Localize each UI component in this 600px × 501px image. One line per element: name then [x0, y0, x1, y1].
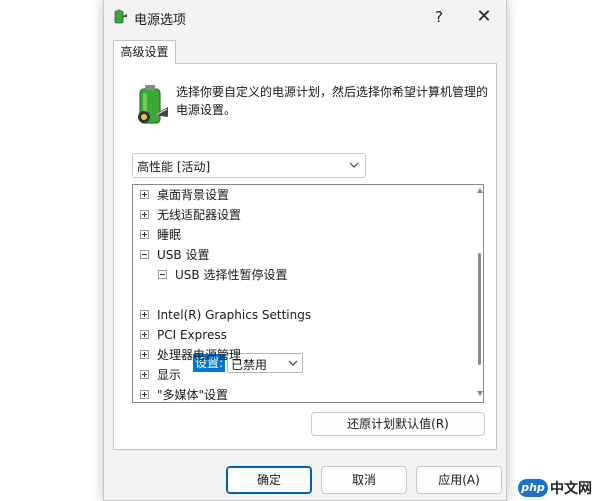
- tree-item-label: USB 选择性暂停设置: [175, 268, 288, 282]
- chevron-down-icon: [288, 360, 298, 366]
- site-watermark: php 中文网: [518, 477, 598, 499]
- window-title: 电源选项: [134, 13, 187, 28]
- expand-icon[interactable]: [140, 310, 149, 319]
- description-text: 选择你要自定义的电源计划，然后选择你希望计算机管理的电源设置。: [176, 85, 489, 117]
- battery-icon: [138, 85, 168, 124]
- apply-button[interactable]: 应用(A): [416, 466, 502, 494]
- tree-scrollbar[interactable]: [476, 185, 483, 402]
- tree-item-label: USB 设置: [157, 248, 210, 262]
- power-options-app-icon: [114, 9, 127, 24]
- power-options-dialog: 电源选项 ? ✕ 高级设置 选择你要自定义的电源计划，然后选择你希望计算机管理的…: [103, 0, 507, 501]
- cancel-button[interactable]: 取消: [321, 466, 407, 494]
- advanced-settings-panel: 选择你要自定义的电源计划，然后选择你希望计算机管理的电源设置。 高性能 [活动]…: [113, 63, 497, 450]
- chevron-down-icon: [349, 162, 359, 168]
- collapse-icon[interactable]: [140, 250, 149, 259]
- help-button[interactable]: ?: [422, 4, 456, 30]
- tree-item-label: PCI Express: [157, 328, 227, 342]
- tree-item-label: 无线适配器设置: [157, 208, 242, 222]
- settings-tree[interactable]: 桌面背景设置 无线适配器设置 睡眠 USB 设置 USB 选择性暂停设置 设置:…: [132, 184, 484, 403]
- tree-item-label: 睡眠: [157, 228, 182, 242]
- scroll-down-arrow-icon[interactable]: [477, 391, 483, 396]
- expand-icon[interactable]: [140, 390, 149, 399]
- tree-item-label: Intel(R) Graphics Settings: [157, 308, 312, 322]
- power-plan-value: 高性能 [活动]: [137, 160, 211, 174]
- expand-icon[interactable]: [140, 190, 149, 199]
- tree-item-label: 桌面背景设置: [157, 188, 230, 202]
- ok-button[interactable]: 确定: [226, 466, 312, 494]
- expand-icon[interactable]: [140, 210, 149, 219]
- expand-icon[interactable]: [140, 330, 149, 339]
- close-button[interactable]: ✕: [466, 4, 502, 30]
- tree-item-label: "多媒体"设置: [157, 388, 229, 402]
- tab-advanced-settings[interactable]: 高级设置: [113, 40, 176, 64]
- php-logo: php: [518, 479, 548, 497]
- power-plan-dropdown[interactable]: 高性能 [活动]: [132, 153, 366, 178]
- tree-item-label: 显示: [157, 368, 182, 382]
- expand-icon[interactable]: [140, 350, 149, 359]
- scroll-up-arrow-icon[interactable]: [477, 188, 483, 193]
- title-bar[interactable]: 电源选项 ? ✕: [104, 0, 506, 34]
- restore-defaults-button[interactable]: 还原计划默认值(R): [311, 412, 485, 436]
- tree-item-label: 处理器电源管理: [157, 348, 242, 362]
- expand-icon[interactable]: [140, 230, 149, 239]
- collapse-icon[interactable]: [158, 270, 167, 279]
- expand-icon[interactable]: [140, 370, 149, 379]
- watermark-text: 中文网: [550, 481, 592, 497]
- scrollbar-thumb[interactable]: [478, 253, 481, 365]
